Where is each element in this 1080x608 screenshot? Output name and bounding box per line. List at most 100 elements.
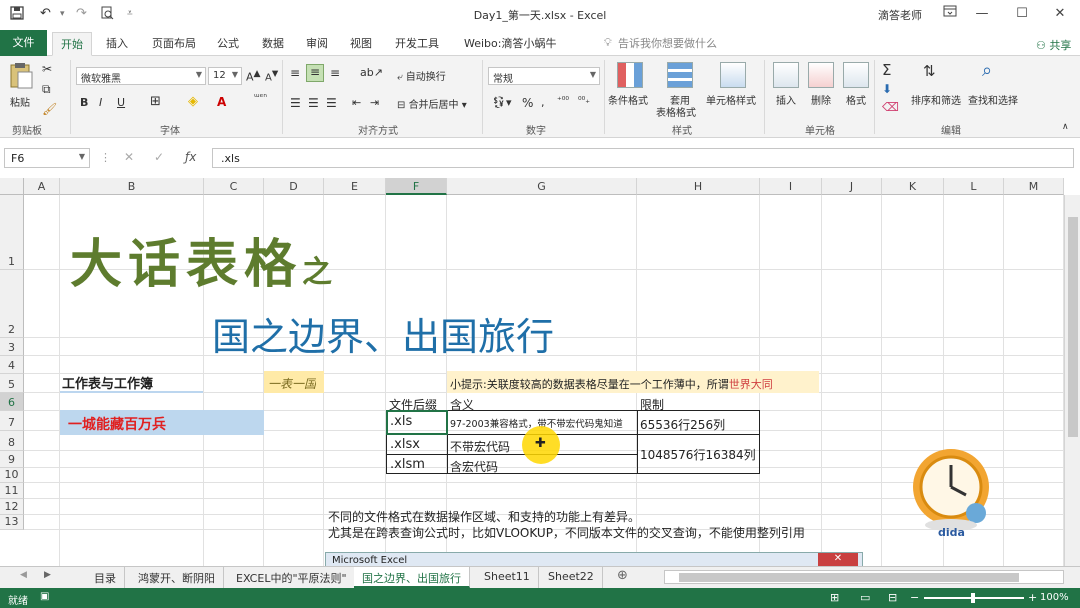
fill-icon[interactable]: ⬇ bbox=[882, 82, 892, 96]
tab-review[interactable]: 审阅 bbox=[306, 35, 328, 51]
collapse-ribbon-icon[interactable]: ∧ bbox=[1062, 122, 1069, 132]
page-layout-view-icon[interactable]: ▭ bbox=[860, 591, 870, 604]
font-size-select[interactable]: 12 ▼ bbox=[208, 67, 242, 85]
sheet-tab[interactable]: 鸿蒙开、断阴阳 bbox=[130, 567, 224, 588]
user-name[interactable]: 滴答老师 bbox=[878, 7, 922, 23]
align-top-icon[interactable]: ≡ bbox=[290, 66, 300, 80]
dialog-close-icon[interactable]: ✕ bbox=[818, 553, 858, 566]
conditional-formatting-label[interactable]: 条件格式 bbox=[608, 92, 648, 107]
column-header-j[interactable]: J bbox=[822, 178, 882, 195]
align-bottom-icon[interactable]: ≡ bbox=[330, 66, 340, 80]
find-select-label[interactable]: 查找和选择 bbox=[968, 92, 1018, 107]
format-cells-label[interactable]: 格式 bbox=[846, 92, 866, 107]
zoom-out-icon[interactable]: − bbox=[910, 591, 919, 604]
fill-color-icon[interactable]: ◈ bbox=[188, 94, 198, 109]
row-header-4[interactable]: 4 bbox=[0, 356, 24, 374]
column-header-g[interactable]: G bbox=[447, 178, 637, 195]
tab-insert[interactable]: 插入 bbox=[106, 35, 128, 51]
row-header-6[interactable]: 6 bbox=[0, 393, 24, 411]
phonetic-icon[interactable]: ᵚᵉⁿ bbox=[254, 93, 267, 103]
cell-styles-label[interactable]: 单元格样式 bbox=[706, 92, 756, 107]
vertical-scrollbar[interactable] bbox=[1064, 195, 1080, 566]
underline-icon[interactable]: U bbox=[117, 96, 125, 109]
share-button[interactable]: ⚇ 共享 bbox=[1036, 37, 1071, 53]
percent-icon[interactable]: % bbox=[522, 96, 533, 110]
worksheet-grid[interactable]: ABCDEFGHIJKLM 1 2 3 4 5 6 7 8 9 10 11 12 13 工作表与工作簿 … bbox=[0, 178, 1080, 566]
tab-developer[interactable]: 开发工具 bbox=[395, 35, 439, 51]
scroll-right-icon[interactable]: ▶ bbox=[44, 570, 51, 580]
row-header-12[interactable]: 12 bbox=[0, 499, 24, 515]
sort-filter-icon[interactable]: ⇅ bbox=[923, 62, 936, 80]
paste-icon[interactable] bbox=[8, 62, 34, 90]
increase-indent-icon[interactable]: ⇥ bbox=[370, 96, 379, 109]
increase-font-icon[interactable]: A▲ bbox=[246, 68, 261, 84]
tab-data[interactable]: 数据 bbox=[262, 35, 284, 51]
merge-center-button[interactable]: ⊟ 合并后居中 ▾ bbox=[397, 96, 467, 111]
wrap-text-button[interactable]: ⤶ 自动换行 bbox=[397, 68, 446, 83]
delete-cells-label[interactable]: 删除 bbox=[811, 92, 831, 107]
format-painter-icon[interactable]: 🖌︎ bbox=[42, 102, 57, 116]
tab-formulas[interactable]: 公式 bbox=[217, 35, 239, 51]
row-header-8[interactable]: 8 bbox=[0, 431, 24, 451]
sheet-tab[interactable]: Sheet11 bbox=[476, 567, 539, 588]
currency-icon[interactable]: 💱︎▾ bbox=[492, 96, 512, 109]
format-as-table-icon[interactable] bbox=[667, 62, 693, 88]
close-button[interactable]: ✕ bbox=[1045, 4, 1075, 24]
align-center-icon[interactable]: ☰ bbox=[308, 96, 319, 110]
normal-view-icon[interactable]: ⊞ bbox=[830, 591, 839, 604]
align-middle-icon[interactable]: ≡ bbox=[306, 64, 324, 82]
column-header-a[interactable]: A bbox=[24, 178, 60, 195]
borders-icon[interactable]: ⊞ bbox=[150, 94, 161, 109]
page-break-view-icon[interactable]: ⊟ bbox=[888, 591, 897, 604]
enter-icon[interactable]: ✓ bbox=[154, 150, 164, 164]
row-header-3[interactable]: 3 bbox=[0, 338, 24, 356]
row-header-13[interactable]: 13 bbox=[0, 515, 24, 530]
column-header-f[interactable]: F bbox=[386, 178, 447, 195]
sheet-tab[interactable]: Sheet22 bbox=[540, 567, 603, 588]
sheet-tab[interactable]: 目录 bbox=[86, 567, 125, 588]
decrease-decimal-icon[interactable]: ⁰⁰₊ bbox=[578, 96, 590, 106]
tab-view[interactable]: 视图 bbox=[350, 35, 372, 51]
select-all-button[interactable] bbox=[0, 178, 24, 195]
insert-function-icon[interactable]: ƒx bbox=[185, 150, 196, 164]
align-right-icon[interactable]: ☰ bbox=[326, 96, 337, 110]
sort-filter-label[interactable]: 排序和筛选 bbox=[911, 92, 961, 107]
row-header-7[interactable]: 7 bbox=[0, 411, 24, 431]
column-header-m[interactable]: M bbox=[1004, 178, 1064, 195]
autosum-icon[interactable]: Σ bbox=[882, 61, 891, 79]
tab-home[interactable]: 开始 bbox=[52, 32, 92, 56]
horizontal-scrollbar[interactable] bbox=[664, 570, 1064, 584]
sheet-tab[interactable]: 国之边界、出国旅行 bbox=[354, 567, 470, 588]
conditional-formatting-icon[interactable] bbox=[617, 62, 643, 88]
zoom-slider[interactable] bbox=[924, 593, 1024, 603]
minimize-button[interactable]: — bbox=[967, 4, 997, 24]
row-header-5[interactable]: 5 bbox=[0, 374, 24, 393]
column-header-k[interactable]: K bbox=[882, 178, 944, 195]
column-header-d[interactable]: D bbox=[264, 178, 324, 195]
bold-icon[interactable]: B bbox=[80, 96, 88, 109]
tab-page-layout[interactable]: 页面布局 bbox=[152, 35, 196, 51]
orientation-icon[interactable]: ab↗ bbox=[360, 66, 383, 79]
row-header-9[interactable]: 9 bbox=[0, 451, 24, 468]
column-header-c[interactable]: C bbox=[204, 178, 264, 195]
add-sheet-icon[interactable]: ⊕ bbox=[617, 568, 628, 583]
name-box[interactable]: F6 ▼ bbox=[4, 148, 90, 168]
row-header-1[interactable]: 1 bbox=[0, 195, 24, 270]
sheet-tab[interactable]: EXCEL中的"平原法则" bbox=[228, 567, 356, 588]
italic-icon[interactable]: I bbox=[99, 96, 102, 109]
format-as-table-label-2[interactable]: 表格格式 bbox=[656, 104, 696, 119]
column-header-i[interactable]: I bbox=[760, 178, 822, 195]
zoom-level[interactable]: 100% bbox=[1040, 592, 1069, 603]
format-cells-icon[interactable] bbox=[843, 62, 869, 88]
zoom-in-icon[interactable]: + bbox=[1028, 591, 1037, 604]
tell-me-box[interactable]: 告诉我你想要做什么 bbox=[618, 35, 717, 51]
cancel-icon[interactable]: ✕ bbox=[124, 150, 134, 164]
column-header-h[interactable]: H bbox=[637, 178, 760, 195]
clear-icon[interactable]: ⌫ bbox=[882, 100, 899, 114]
macro-record-icon[interactable]: ▣ bbox=[40, 591, 49, 602]
column-header-b[interactable]: B bbox=[60, 178, 204, 195]
row-header-11[interactable]: 11 bbox=[0, 483, 24, 499]
font-name-select[interactable]: 微软雅黑 ▼ bbox=[76, 67, 206, 85]
column-header-l[interactable]: L bbox=[944, 178, 1004, 195]
ribbon-display-icon[interactable] bbox=[935, 4, 965, 24]
